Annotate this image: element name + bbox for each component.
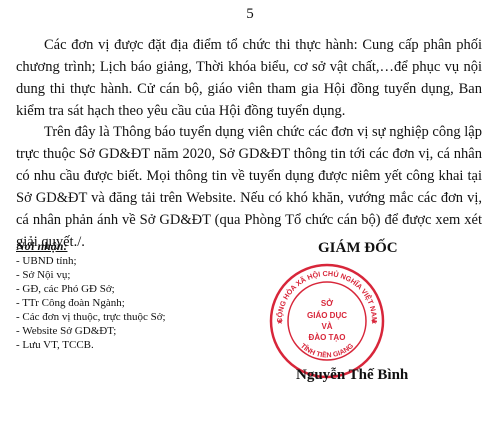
seal-star-icon: ★ xyxy=(276,317,283,326)
official-seal: CỘNG HÒA XÃ HỘI CHỦ NGHĨA VIỆT NAM TỈNH … xyxy=(268,262,386,380)
recipient-item: - Website Sở GD&ĐT; xyxy=(16,325,117,337)
seal-center-line: VÀ xyxy=(321,322,332,331)
seal-center-line: ĐÀO TẠO xyxy=(309,333,346,342)
body-paragraph-2: Trên đây là Thông báo tuyển dụng viên ch… xyxy=(16,124,482,250)
seal-star-icon: ★ xyxy=(370,317,377,326)
recipient-item: - UBND tỉnh; xyxy=(16,255,77,267)
seal-center-line: GIÁO DỤC xyxy=(307,311,347,320)
recipients-block: Nơi nhận: - UBND tỉnh; - Sở Nội vụ; - GĐ… xyxy=(16,239,206,352)
seal-center-line: SỞ xyxy=(321,299,333,308)
recipient-item: - GĐ, các Phó GĐ Sở; xyxy=(16,283,115,295)
page-number: 5 xyxy=(246,6,254,22)
recipient-item: - Sở Nội vụ; xyxy=(16,269,71,281)
signer-title: GIÁM ĐỐC xyxy=(318,240,398,256)
recipients-title: Nơi nhận: xyxy=(16,239,68,253)
body-paragraph-1: Các đơn vị được đặt địa điểm tổ chức thi… xyxy=(16,37,482,119)
seal-bottom-text: TỈNH TIỀN GIANG xyxy=(299,342,356,359)
recipient-item: - Lưu VT, TCCB. xyxy=(16,339,94,351)
recipient-item: - Các đơn vị thuộc, trực thuộc Sở; xyxy=(16,311,166,323)
seal-graphic: CỘNG HÒA XÃ HỘI CHỦ NGHĨA VIỆT NAM TỈNH … xyxy=(269,263,385,379)
signer-name: Nguyễn Thế Bình xyxy=(296,367,409,383)
recipients-list: - UBND tỉnh; - Sở Nội vụ; - GĐ, các Phó … xyxy=(16,254,206,352)
recipient-item: - TTr Công đoàn Ngành; xyxy=(16,297,125,309)
